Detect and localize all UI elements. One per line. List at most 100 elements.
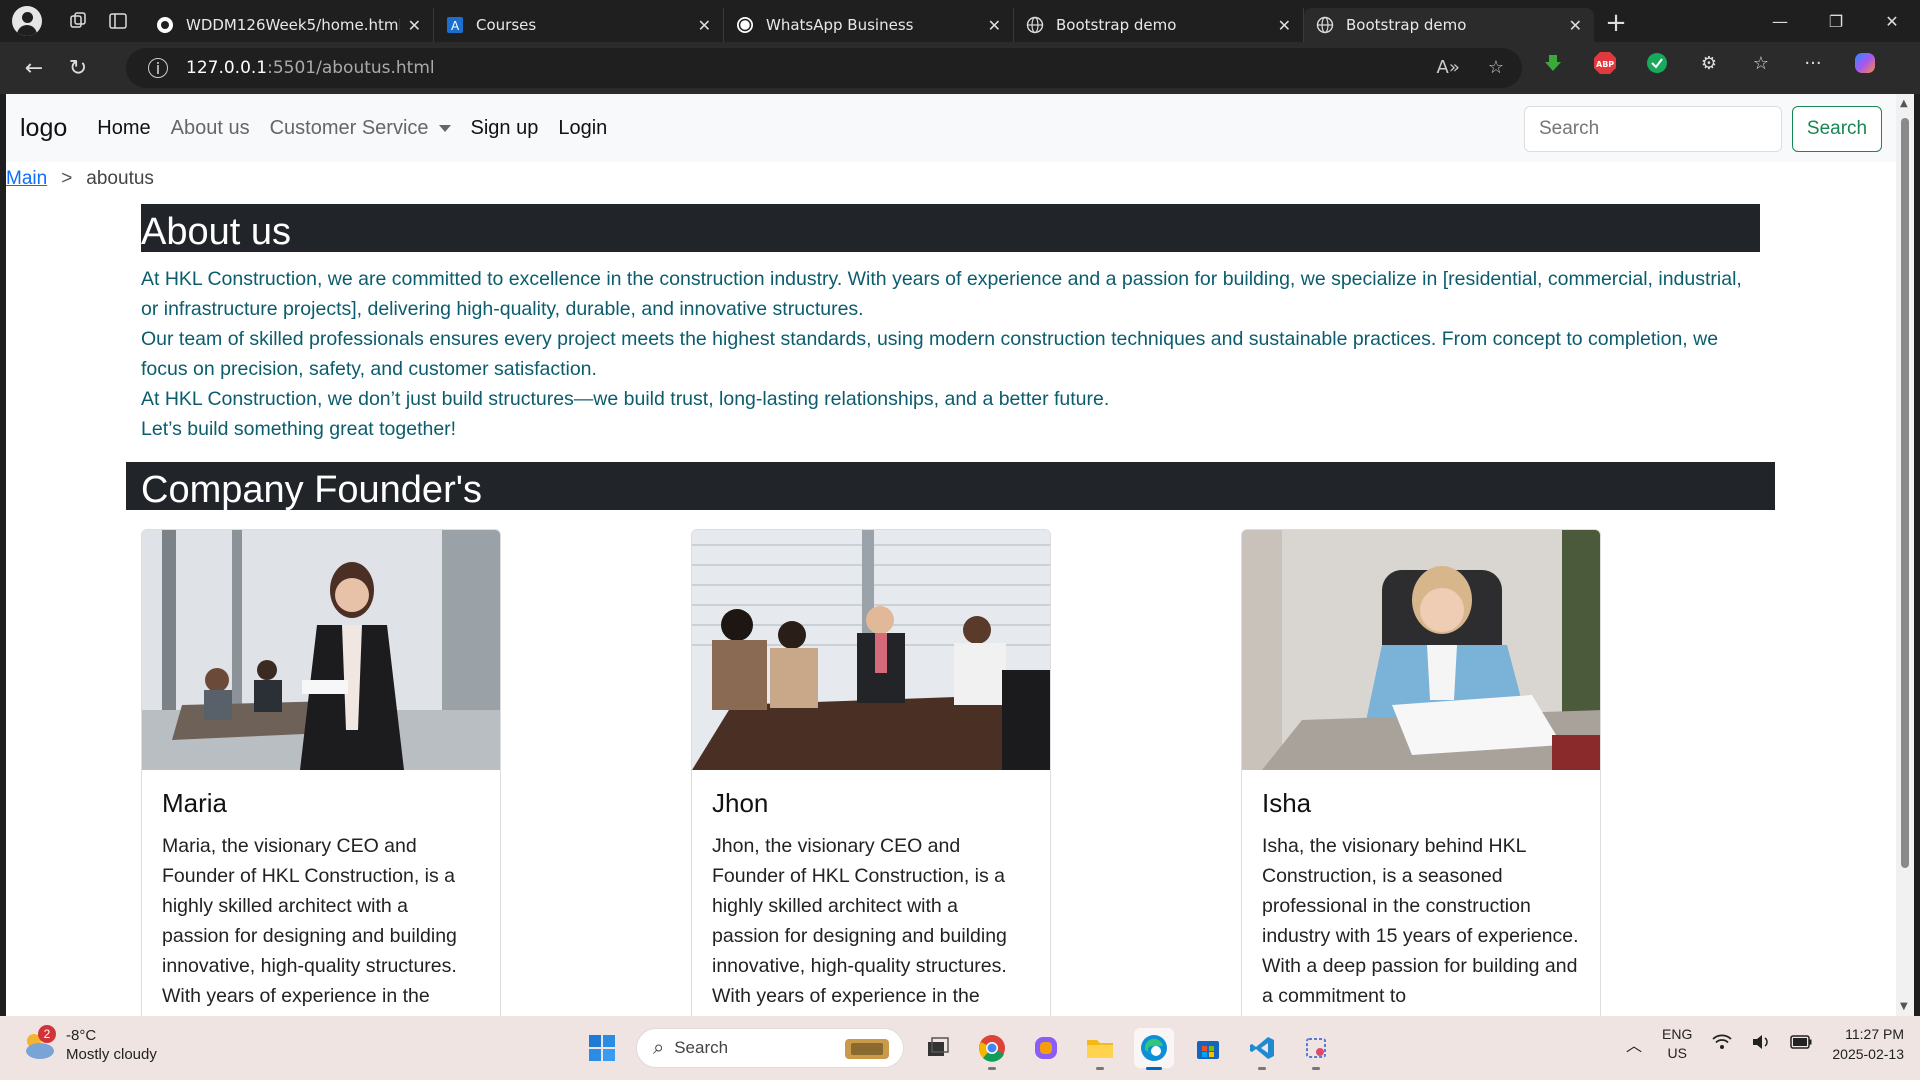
site-logo[interactable]: logo: [20, 114, 67, 143]
profile-avatar-icon[interactable]: [12, 6, 42, 36]
running-indicator: [1258, 1067, 1266, 1070]
close-window-icon[interactable]: ✕: [1864, 0, 1920, 42]
founder-bio: Jhon, the visionary CEO and Founder of H…: [712, 835, 1007, 1007]
founder-card-jhon: Jhon Jhon, the visionary CEO and Founder…: [691, 529, 1051, 1016]
globe-icon: [1026, 16, 1044, 34]
close-tab-icon[interactable]: ✕: [1569, 16, 1582, 35]
nav-dropdown-customer-service[interactable]: Customer Service: [270, 117, 451, 140]
search-button[interactable]: Search: [1792, 106, 1882, 152]
founder-bio: Isha, the visionary behind HKL Construct…: [1262, 835, 1579, 1007]
breadcrumb: Main > aboutus: [6, 162, 1896, 202]
tab-bootstrap-demo-active[interactable]: Bootstrap demo ✕: [1304, 8, 1594, 42]
github-icon: [156, 16, 174, 34]
grammar-extension-icon[interactable]: [1644, 50, 1670, 76]
restore-icon[interactable]: ❐: [1808, 0, 1864, 42]
vertical-tabs-icon[interactable]: [98, 0, 138, 42]
founders-heading: Company Founder's: [126, 462, 1775, 510]
microsoft-store-icon[interactable]: [1188, 1028, 1228, 1068]
copilot-app-icon[interactable]: [1026, 1028, 1066, 1068]
close-tab-icon[interactable]: ✕: [988, 16, 1001, 35]
search-input[interactable]: [1524, 106, 1782, 152]
weather-widget[interactable]: 2 -8°C Mostly cloudy: [20, 1025, 157, 1064]
founder-cards: Maria Maria, the visionary CEO and Found…: [141, 529, 1841, 1016]
windows-start-icon[interactable]: [582, 1028, 622, 1068]
cloudy-weather-icon: 2: [20, 1025, 56, 1061]
taskbar-search-box[interactable]: ⌕ Search: [636, 1028, 904, 1068]
taskbar-apps: ⌕ Search: [582, 1028, 1336, 1070]
about-paragraph: At HKL Construction, we don’t just build…: [141, 388, 1110, 410]
breadcrumb-main-link[interactable]: Main: [6, 168, 47, 189]
nav-link-signup[interactable]: Sign up: [471, 117, 539, 140]
founder-photo: [692, 530, 1050, 770]
nav-link-home[interactable]: Home: [97, 117, 150, 140]
more-options-icon[interactable]: ···: [1800, 50, 1826, 76]
volume-icon[interactable]: [1752, 1034, 1770, 1054]
new-tab-icon[interactable]: +: [1594, 8, 1638, 38]
weather-description: Mostly cloudy: [66, 1046, 157, 1063]
taskbar-search-label: Search: [674, 1038, 729, 1057]
founder-photo: [1242, 530, 1600, 770]
about-heading: About us: [141, 204, 1760, 252]
download-extension-icon[interactable]: [1540, 50, 1566, 76]
scroll-down-icon[interactable]: ▼: [1900, 1001, 1908, 1012]
read-aloud-icon[interactable]: A»: [1437, 57, 1460, 78]
snipping-tool-icon[interactable]: [1296, 1028, 1336, 1070]
search-highlight-icon: [843, 1036, 891, 1067]
keyboard-region: US: [1667, 1045, 1687, 1061]
globe-icon: [1316, 16, 1334, 34]
file-explorer-icon[interactable]: [1080, 1028, 1120, 1070]
wifi-icon[interactable]: [1712, 1034, 1732, 1054]
address-bar[interactable]: i 127.0.0.1:5501/aboutus.html A» ☆: [126, 48, 1522, 88]
page-scrollbar[interactable]: ▲ ▼: [1896, 94, 1914, 1016]
favorite-star-icon[interactable]: ☆: [1488, 57, 1504, 78]
close-tab-icon[interactable]: ✕: [408, 16, 421, 35]
vscode-icon[interactable]: [1242, 1028, 1282, 1070]
breadcrumb-current: aboutus: [86, 168, 154, 189]
page-viewport: logo Home About us Customer Service Sign…: [6, 94, 1896, 1016]
copilot-icon[interactable]: [1852, 50, 1878, 76]
caret-down-icon: [438, 124, 451, 132]
running-indicator: [1146, 1067, 1162, 1070]
breadcrumb-separator: >: [61, 168, 73, 189]
tab-title: WDDM126Week5/home.html at m: [186, 16, 400, 34]
search-icon: ⌕: [653, 1036, 665, 1059]
scroll-up-icon[interactable]: ▲: [1900, 98, 1908, 109]
battery-icon[interactable]: [1790, 1035, 1812, 1053]
svg-text:ABP: ABP: [1596, 60, 1614, 69]
about-text: At HKL Construction, we are committed to…: [141, 264, 1761, 444]
adblock-icon[interactable]: ABP: [1592, 50, 1618, 76]
tab-bootstrap-demo[interactable]: Bootstrap demo ✕: [1014, 8, 1304, 42]
clock-date: 2025-02-13: [1832, 1046, 1904, 1062]
tab-whatsapp[interactable]: WhatsApp Business ✕: [724, 8, 1014, 42]
favorites-icon[interactable]: ☆: [1748, 50, 1774, 76]
running-indicator: [1312, 1067, 1320, 1070]
url-text: 127.0.0.1:5501/aboutus.html: [186, 58, 435, 78]
show-hidden-icons-chevron-icon[interactable]: ︿: [1626, 1032, 1642, 1056]
extensions-puzzle-icon[interactable]: ⚙: [1696, 50, 1722, 76]
chrome-icon[interactable]: [972, 1028, 1012, 1070]
task-view-icon[interactable]: [918, 1028, 958, 1068]
nav-link-about[interactable]: About us: [171, 117, 250, 140]
tab-github[interactable]: WDDM126Week5/home.html at m ✕: [144, 8, 434, 42]
close-tab-icon[interactable]: ✕: [698, 16, 711, 35]
windows-taskbar: 2 -8°C Mostly cloudy ⌕ Search ︿ ENG US 1…: [0, 1016, 1920, 1080]
minimize-icon[interactable]: —: [1752, 0, 1808, 42]
weather-temperature: -8°C: [66, 1027, 97, 1044]
close-tab-icon[interactable]: ✕: [1278, 16, 1291, 35]
site-info-icon[interactable]: i: [148, 58, 168, 78]
refresh-icon[interactable]: ↻: [56, 48, 100, 88]
clock-time: 11:27 PM: [1845, 1026, 1904, 1042]
founder-name: Isha: [1262, 788, 1312, 818]
dropdown-label: Customer Service: [269, 116, 429, 139]
edge-browser-icon[interactable]: [1134, 1028, 1174, 1070]
workspaces-icon[interactable]: [58, 0, 98, 42]
svg-text:A: A: [451, 19, 460, 33]
tab-courses[interactable]: A Courses ✕: [434, 8, 724, 42]
system-clock[interactable]: 11:27 PM 2025-02-13: [1832, 1024, 1904, 1064]
scrollbar-thumb[interactable]: [1901, 118, 1909, 868]
back-arrow-icon[interactable]: ←: [12, 48, 56, 88]
language-indicator[interactable]: ENG US: [1662, 1025, 1692, 1063]
nav-link-login[interactable]: Login: [558, 117, 607, 140]
founder-photo: [142, 530, 500, 770]
founder-name: Jhon: [712, 788, 769, 818]
